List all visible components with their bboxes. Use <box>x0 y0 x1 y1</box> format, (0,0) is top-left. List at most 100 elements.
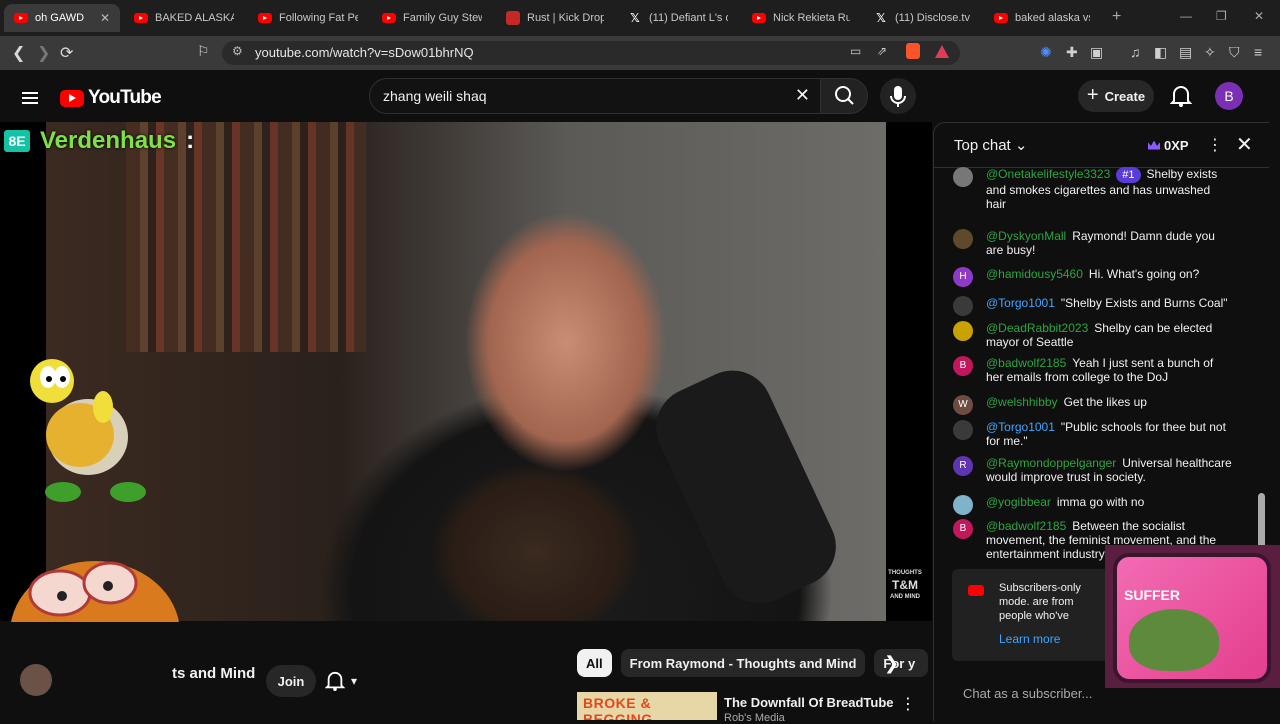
browser-tab[interactable]: Following Fat Peop <box>248 4 368 32</box>
tab-label: oh GAWD <box>35 12 85 24</box>
chat-avatar[interactable]: B <box>953 519 973 539</box>
more-options-icon[interactable]: ⋮ <box>900 694 916 714</box>
chat-avatar[interactable] <box>953 229 973 249</box>
create-button[interactable]: + Create <box>1078 80 1154 112</box>
minimize-icon[interactable]: — <box>1180 9 1192 23</box>
new-tab-button[interactable]: + <box>1112 8 1121 26</box>
chat-username[interactable]: @Onetakelifestyle3323 <box>986 167 1110 181</box>
sidebar-icon[interactable]: ◧ <box>1154 44 1167 61</box>
browser-tab[interactable]: Nick Rekieta Runn <box>742 4 860 32</box>
browser-tab[interactable]: baked alaska vs m <box>984 4 1100 32</box>
account-avatar[interactable]: B <box>1215 82 1243 110</box>
chat-username[interactable]: @Torgo1001 <box>986 420 1055 434</box>
browser-tab[interactable]: 𝕏 (11) Defiant L's on <box>618 4 738 32</box>
chat-message[interactable]: @DyskyonMall Raymond! Damn dude you are b… <box>953 229 1233 257</box>
media-music-icon[interactable]: ♫ <box>1130 44 1141 60</box>
recommended-video-thumbnail[interactable]: BROKE & BEGGING <box>577 692 717 720</box>
extensions-puzzle-icon[interactable]: ✚ <box>1066 44 1078 61</box>
reload-icon[interactable]: ⟳ <box>60 43 73 63</box>
vpn-shield-icon[interactable]: ⛉ <box>1229 44 1240 61</box>
wallet-icon[interactable]: ▤ <box>1179 44 1192 61</box>
menu-icon[interactable]: ≡ <box>1254 44 1262 60</box>
stream-overlay-title: 8E Verdenhaus : <box>4 127 194 155</box>
chat-message[interactable]: @Torgo1001 "Shelby Exists and Burns Coal" <box>953 296 1233 316</box>
chat-message[interactable]: W @welshhibby Get the likes up <box>953 395 1233 415</box>
search-button[interactable] <box>820 78 868 114</box>
chat-avatar[interactable]: R <box>953 456 973 476</box>
chat-avatar[interactable]: B <box>953 356 973 376</box>
chat-username[interactable]: @DyskyonMall <box>986 229 1066 243</box>
chat-username[interactable]: @badwolf2185 <box>986 519 1066 533</box>
channel-avatar[interactable] <box>20 664 52 696</box>
browser-tab[interactable]: oh GAWD ✕ <box>4 4 120 32</box>
bookshelf-background <box>126 122 366 352</box>
chat-message[interactable]: B @badwolf2185 Yeah I just sent a bunch of… <box>953 356 1233 384</box>
voice-search-button[interactable] <box>880 78 916 114</box>
extension-blue-icon[interactable]: ✺ <box>1040 44 1052 61</box>
search-input[interactable]: zhang weili shaq ✕ <box>369 78 821 114</box>
chat-avatar[interactable] <box>953 167 973 187</box>
cast-icon[interactable]: ▭ <box>850 44 861 58</box>
youtube-icon <box>382 13 396 23</box>
chat-message[interactable]: @Onetakelifestyle3323 #1 Shelby exists and… <box>953 167 1233 211</box>
close-chat-icon[interactable]: ✕ <box>1236 132 1253 157</box>
maximize-icon[interactable]: ❐ <box>1216 9 1227 23</box>
chat-menu-icon[interactable]: ⋮ <box>1207 135 1223 155</box>
chat-message[interactable]: H @hamidousy5460 Hi. What's going on? <box>953 267 1233 287</box>
chip-all[interactable]: All <box>577 649 612 677</box>
chat-avatar[interactable]: H <box>953 267 973 287</box>
notifications-button[interactable] <box>1169 84 1193 111</box>
chat-input[interactable]: Chat as a subscriber... <box>963 686 1092 701</box>
chat-scrollbar[interactable] <box>1258 168 1265 548</box>
join-button[interactable]: Join <box>266 665 316 697</box>
chat-message[interactable]: @DeadRabbit2023 Shelby can be elected may… <box>953 321 1233 349</box>
brave-rewards-icon[interactable] <box>935 45 949 58</box>
address-bar[interactable]: ⚙ youtube.com/watch?v=sDow01bhrNQ ▭ ⇗ <box>222 41 960 65</box>
chat-avatar[interactable] <box>953 495 973 515</box>
chat-message[interactable]: @Torgo1001 "Public schools for thee but n… <box>953 420 1233 448</box>
xp-badge[interactable]: 0XP <box>1148 134 1189 156</box>
browser-tab[interactable]: Family Guy Stewie <box>372 4 492 32</box>
browser-tab[interactable]: 𝕏 (11) Disclose.tv on <box>864 4 980 32</box>
leo-ai-icon[interactable]: ✧ <box>1204 44 1216 61</box>
chat-username[interactable]: @hamidousy5460 <box>986 267 1083 281</box>
chat-avatar[interactable] <box>953 321 973 341</box>
chat-message[interactable]: R @Raymondoppelganger Universal healthcare… <box>953 456 1233 484</box>
chevron-right-icon[interactable]: ❯ <box>884 653 899 674</box>
extension-box-icon[interactable]: ▣ <box>1090 44 1103 61</box>
browser-tab[interactable]: BAKED ALASKA N <box>124 4 244 32</box>
chat-username[interactable]: @Raymondoppelganger <box>986 456 1116 470</box>
chat-avatar[interactable] <box>953 296 973 316</box>
scrollbar-thumb[interactable] <box>1258 493 1265 548</box>
browser-tab[interactable]: Rust | Kick Drops <box>496 4 614 32</box>
forward-icon[interactable]: ❯ <box>37 43 50 63</box>
kick-icon <box>506 11 520 25</box>
chat-username[interactable]: @welshhibby <box>986 395 1058 409</box>
chat-username[interactable]: @Torgo1001 <box>986 296 1055 310</box>
chat-username[interactable]: @DeadRabbit2023 <box>986 321 1088 335</box>
subscription-bell-button[interactable]: ▾ <box>325 665 379 697</box>
brave-shield-icon[interactable] <box>906 43 920 59</box>
clear-search-icon[interactable]: ✕ <box>795 85 810 106</box>
chip-for-you[interactable]: For y <box>874 649 929 677</box>
close-window-icon[interactable]: ✕ <box>1254 9 1264 23</box>
learn-more-link[interactable]: Learn more <box>999 632 1060 646</box>
hamburger-menu-icon[interactable] <box>22 89 38 107</box>
chat-avatar[interactable]: W <box>953 395 973 415</box>
site-settings-icon[interactable]: ⚙ <box>232 44 243 58</box>
close-tab-icon[interactable]: ✕ <box>100 11 110 25</box>
chat-text: Get the likes up <box>1063 395 1147 409</box>
chat-message[interactable]: @yogibbear imma go with no <box>953 495 1233 515</box>
chat-username[interactable]: @badwolf2185 <box>986 356 1066 370</box>
share-icon[interactable]: ⇗ <box>877 44 887 58</box>
channel-name[interactable]: ts and Mind <box>172 665 255 682</box>
chat-mode-dropdown[interactable]: Top chat ⌄ <box>954 136 1027 154</box>
chat-username[interactable]: @yogibbear <box>986 495 1051 509</box>
recommended-video-title[interactable]: The Downfall Of BreadTube <box>724 695 894 710</box>
chat-avatar[interactable] <box>953 420 973 440</box>
chip-from-channel[interactable]: From Raymond - Thoughts and Mind <box>620 649 866 677</box>
youtube-logo[interactable]: YouTube <box>60 87 162 109</box>
back-icon[interactable]: ❮ <box>12 43 25 63</box>
bookmark-icon[interactable]: ⚐ <box>197 43 210 60</box>
recommended-video-channel: Rob's Media <box>724 712 785 724</box>
